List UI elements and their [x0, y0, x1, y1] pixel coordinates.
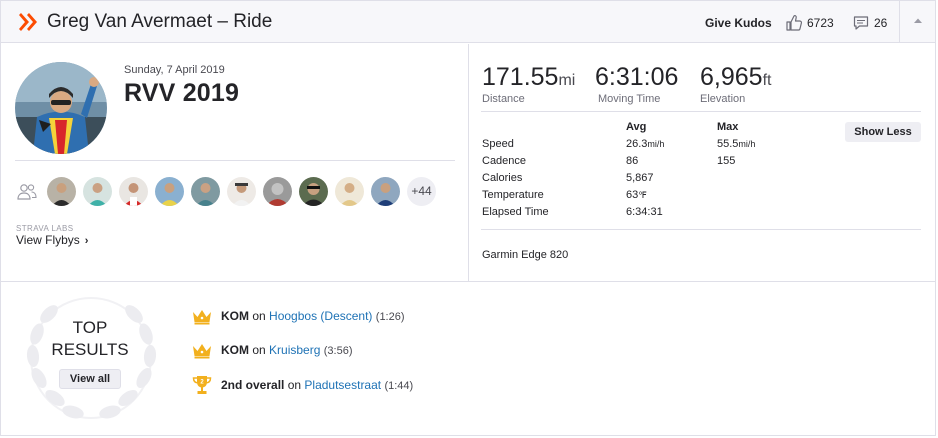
segment-time: (3:56) [323, 345, 353, 357]
calories-avg: 5,867 [626, 172, 654, 184]
distance-value: 171.55 [482, 63, 559, 91]
divider [1, 281, 935, 282]
segment-link[interactable]: Pladutsestraat [304, 378, 381, 392]
divider [15, 160, 455, 161]
trophy-icon: 2 [192, 376, 212, 394]
elevation-unit: ft [762, 72, 772, 89]
athlete-avatar[interactable] [335, 177, 364, 206]
chevron-right-icon: › [84, 235, 89, 247]
avg-header: Avg [626, 121, 647, 133]
achievement-row: 2 2nd overall on Pladutsestraat (1:44) [191, 375, 491, 395]
max-header: Max [717, 121, 739, 133]
group-icon [17, 184, 37, 200]
activity-heading: Greg Van Avermaet – Ride [47, 11, 273, 32]
speed-avg: 26.3mi/h [626, 138, 665, 150]
achievement-type: KOM [221, 343, 249, 357]
device-name: Garmin Edge 820 [482, 249, 569, 261]
athlete-avatar[interactable] [15, 62, 107, 154]
show-less-button[interactable]: Show Less [845, 122, 921, 142]
elevation-label: Elevation [700, 93, 746, 105]
activity-summary: Sunday, 7 April 2019 RVV 2019 +44 STRAVA… [1, 44, 469, 281]
comment-count[interactable]: 26 [874, 16, 887, 30]
crown-icon [193, 344, 211, 359]
caret-up-icon [914, 18, 922, 23]
athlete-avatar[interactable] [155, 177, 184, 206]
cadence-max: 155 [717, 155, 736, 167]
temperature-label: Temperature [482, 189, 544, 201]
athlete-avatar[interactable] [119, 177, 148, 206]
divider [481, 229, 921, 230]
view-all-button[interactable]: View all [59, 369, 121, 389]
view-flybys-label: View Flybys [16, 233, 80, 247]
distance-label: Distance [482, 93, 525, 105]
achievement-row: KOM on Kruisberg (3:56) [191, 340, 491, 360]
stat-elevation: 6,965ft Elevation [700, 63, 771, 105]
segment-link[interactable]: Hoogbos (Descent) [269, 309, 372, 323]
athlete-avatar[interactable] [371, 177, 400, 206]
achievement-type: KOM [221, 309, 249, 323]
stat-moving-time: 6:31:06 Moving Time [595, 63, 678, 105]
strava-chevrons-icon [19, 13, 37, 31]
collapse-button[interactable] [899, 1, 935, 43]
athlete-avatar[interactable] [227, 177, 256, 206]
elevation-value: 6,965 [700, 63, 763, 91]
moving-time-value: 6:31:06 [595, 63, 679, 91]
more-athletes-button[interactable]: +44 [407, 177, 436, 206]
segment-link[interactable]: Kruisberg [269, 343, 320, 357]
stat-distance: 171.55mi Distance [482, 63, 575, 105]
achievement-row: KOM on Hoogbos (Descent) (1:26) [191, 306, 491, 326]
strava-labs-label: STRAVA LABS [16, 224, 74, 233]
elapsed-time-avg: 6:34:31 [626, 206, 663, 218]
athlete-avatar[interactable] [83, 177, 112, 206]
athlete-avatar[interactable] [299, 177, 328, 206]
moving-time-label: Moving Time [598, 93, 661, 105]
activity-title: RVV 2019 [124, 79, 240, 107]
speed-label: Speed [482, 138, 514, 150]
segment-time: (1:26) [375, 311, 405, 323]
athlete-avatar[interactable] [47, 177, 76, 206]
cadence-avg: 86 [626, 155, 639, 167]
athlete-avatar[interactable] [191, 177, 220, 206]
crown-icon [193, 310, 211, 325]
give-kudos-button[interactable]: Give Kudos [705, 16, 772, 30]
top-results-heading: TOP RESULTS [51, 318, 129, 359]
elapsed-time-label: Elapsed Time [482, 206, 549, 218]
segment-time: (1:44) [384, 380, 414, 392]
distance-unit: mi [558, 72, 576, 89]
activity-date: Sunday, 7 April 2019 [124, 64, 225, 76]
activity-card: Greg Van Avermaet – Ride Give Kudos 6723… [0, 0, 936, 436]
kudos-count[interactable]: 6723 [807, 16, 834, 30]
view-flybys-link[interactable]: View Flybys › [16, 233, 88, 247]
cadence-label: Cadence [482, 155, 527, 167]
activity-header: Greg Van Avermaet – Ride Give Kudos 6723… [1, 1, 935, 43]
temperature-avg: 63℉ [626, 189, 647, 201]
comment-icon[interactable] [853, 15, 869, 31]
athlete-avatar[interactable] [263, 177, 292, 206]
thumbs-up-icon[interactable] [785, 14, 803, 32]
speed-max: 55.5mi/h [717, 138, 756, 150]
calories-label: Calories [482, 172, 523, 184]
achievement-type: 2nd overall [221, 378, 285, 392]
divider [481, 111, 921, 112]
